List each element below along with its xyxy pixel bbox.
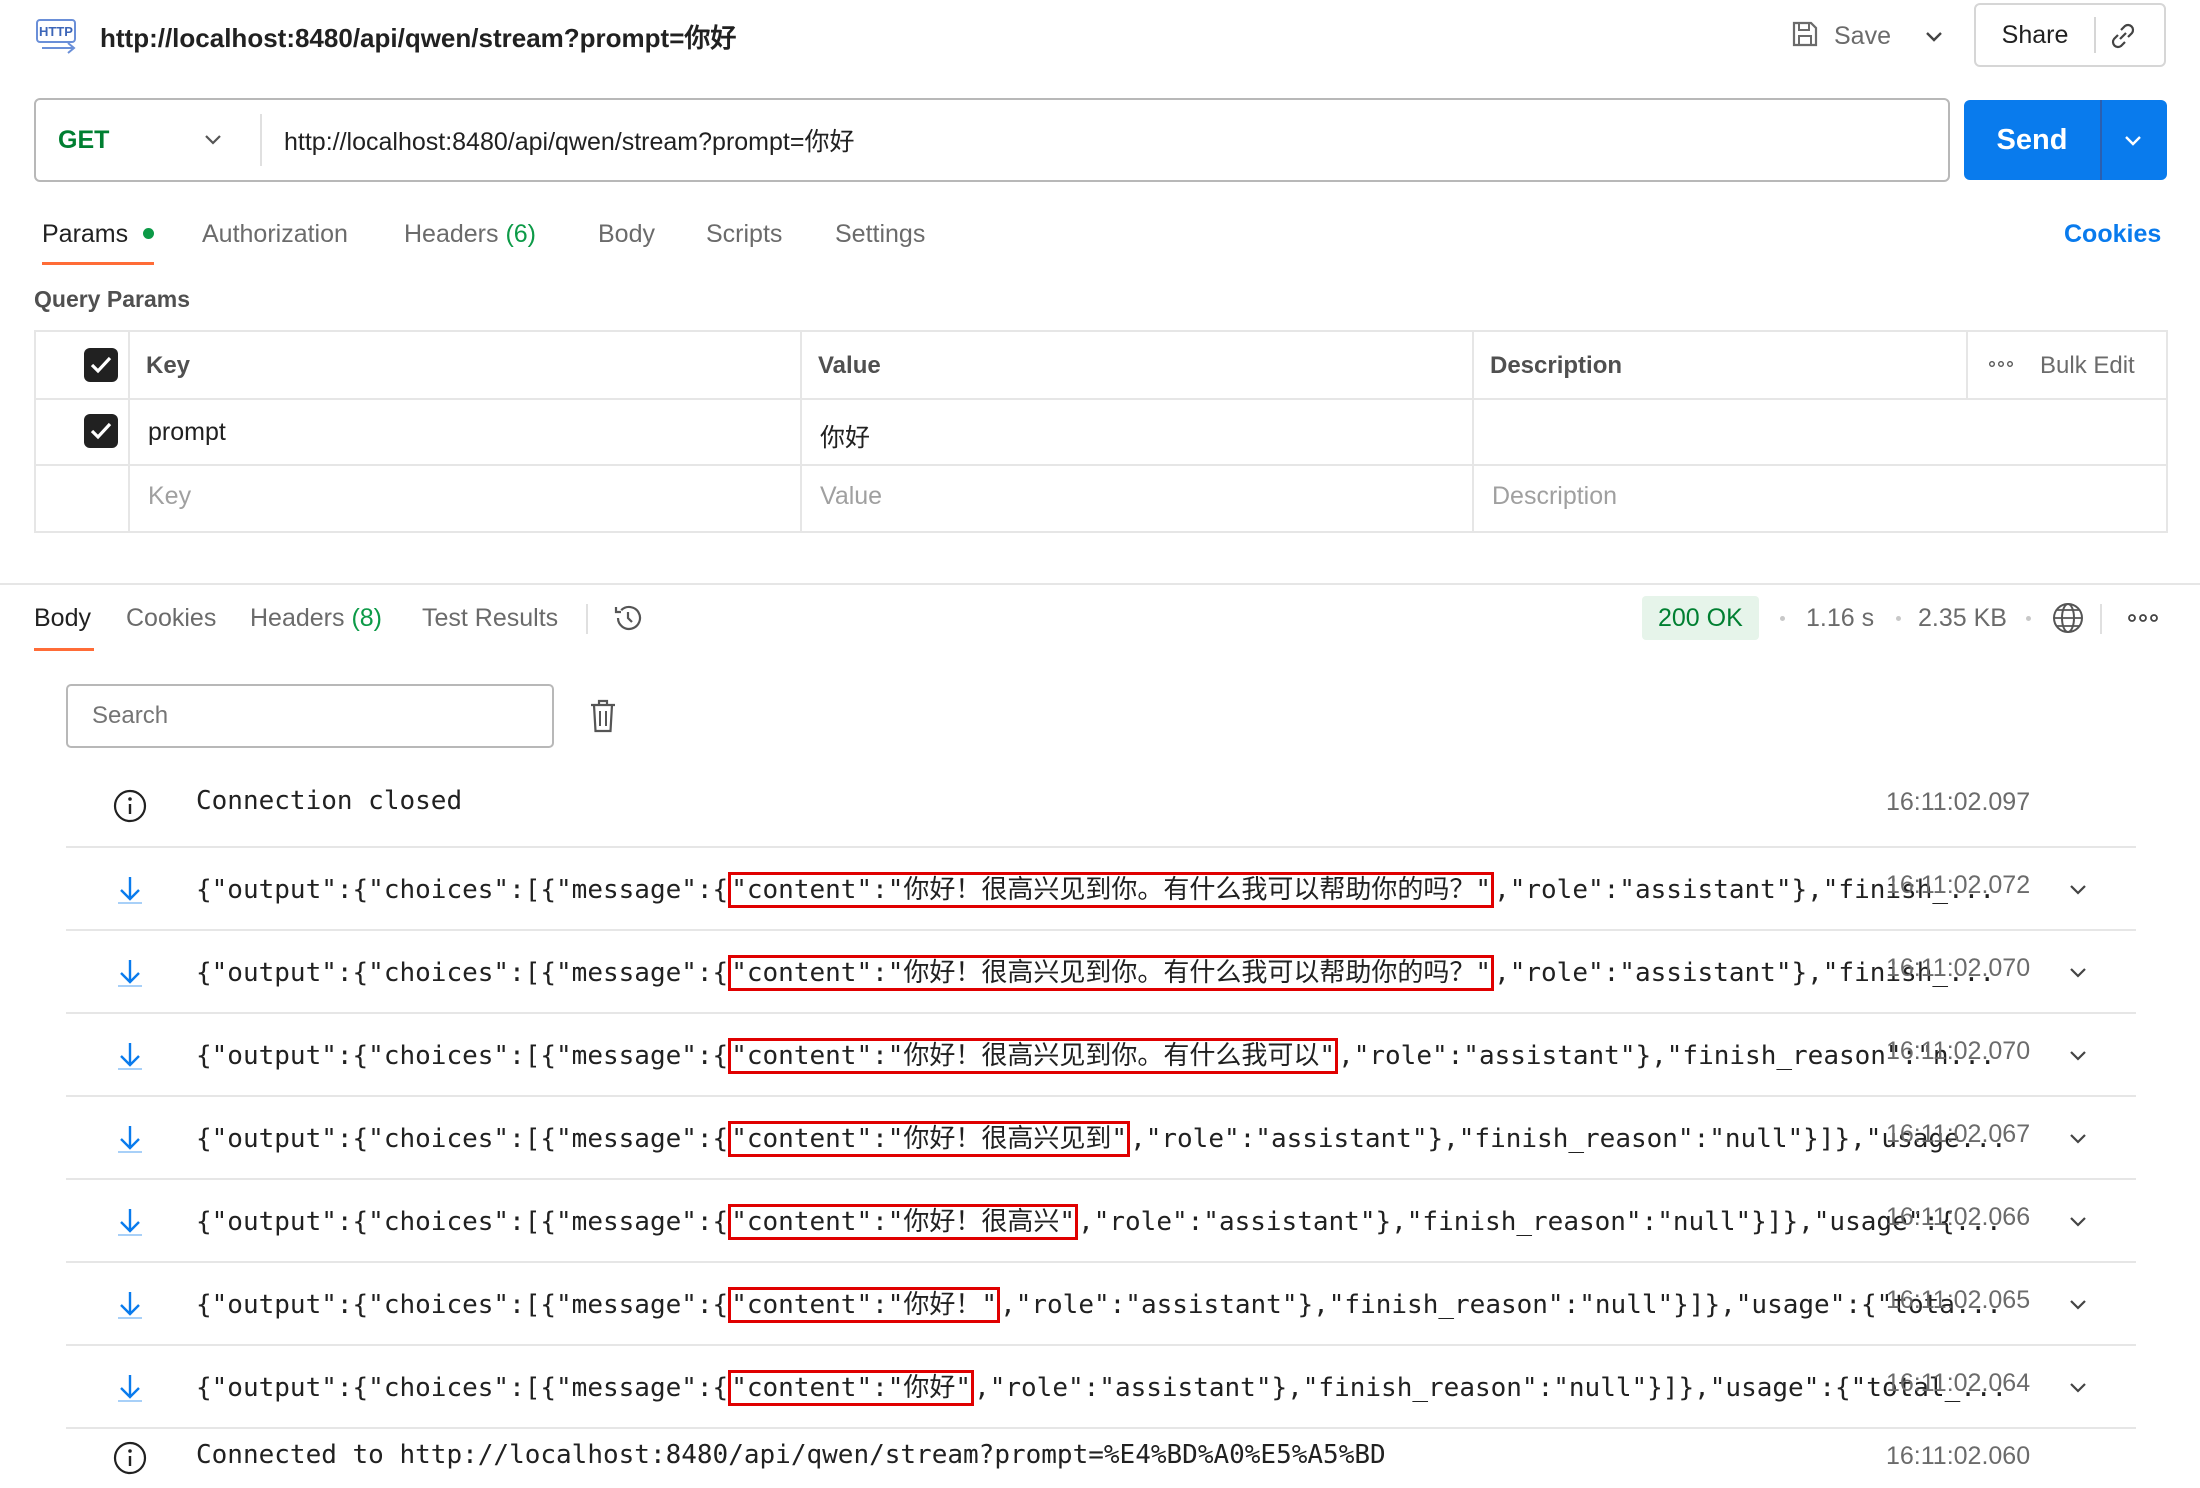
tab-body[interactable]: Body [598,220,655,249]
arrow-down-icon [112,1037,148,1073]
event-row-connection-closed[interactable]: Connection closed 16:11:02.097 [66,764,2136,846]
copy-link-icon[interactable] [2106,19,2140,53]
more-options-icon[interactable] [1986,354,2016,374]
response-tab-cookies[interactable]: Cookies [126,604,216,633]
expand-chevron-icon[interactable] [2066,1126,2090,1150]
arrow-down-icon [112,1203,148,1239]
arrow-down-icon [112,1369,148,1405]
query-params-title: Query Params [34,286,190,312]
event-row-message[interactable]: {"output":{"choices":[{"message":{"conte… [66,1013,2136,1095]
method-select[interactable]: GET [36,100,260,180]
url-bar: GET [34,98,1950,182]
cookies-link[interactable]: Cookies [2064,220,2161,249]
save-button[interactable]: Save [1790,14,1891,58]
tab-params[interactable]: Params [42,220,155,249]
arrow-down-icon [112,871,148,907]
expand-chevron-icon[interactable] [2066,1375,2090,1399]
send-button[interactable]: Send [1964,100,2100,180]
tab-authorization[interactable]: Authorization [202,220,348,249]
content-highlight: "content":"你好！很高兴" [728,1204,1079,1240]
svg-text:HTTP: HTTP [39,24,73,39]
response-tab-body[interactable]: Body [34,604,91,633]
arrow-down-icon [112,954,148,990]
expand-chevron-icon[interactable] [2066,1292,2090,1316]
info-icon [112,1440,148,1476]
expand-chevron-icon[interactable] [2066,1043,2090,1067]
event-row-message[interactable]: {"output":{"choices":[{"message":{"conte… [66,847,2136,929]
info-icon [112,788,148,824]
http-icon: HTTP [34,16,84,56]
content-highlight: "content":"你好！很高兴见到你。有什么我可以" [728,1038,1339,1074]
event-row-message[interactable]: {"output":{"choices":[{"message":{"conte… [66,1179,2136,1261]
bulk-edit-button[interactable]: Bulk Edit [2040,352,2135,380]
content-highlight: "content":"你好" [728,1370,975,1406]
content-highlight: "content":"你好！很高兴见到你。有什么我可以帮助你的吗？" [728,955,1495,991]
select-all-checkbox[interactable] [84,348,118,382]
event-row-message[interactable]: {"output":{"choices":[{"message":{"conte… [66,930,2136,1012]
share-group: Share [1974,3,2166,67]
history-icon[interactable] [610,600,646,636]
expand-chevron-icon[interactable] [2066,1209,2090,1233]
send-button-group: Send [1964,100,2167,180]
content-highlight: "content":"你好！很高兴见到" [728,1121,1131,1157]
new-value-input[interactable]: Value [820,482,882,511]
params-table: Key Value Description Bulk Edit prompt 你… [34,330,2168,533]
param-description-cell[interactable] [1492,418,2152,452]
param-value-cell[interactable]: 你好 [820,418,870,454]
column-header-value: Value [818,352,881,379]
tab-settings[interactable]: Settings [835,220,925,249]
method-chevron-icon [200,126,226,157]
arrow-down-icon [112,1286,148,1322]
expand-chevron-icon[interactable] [2066,877,2090,901]
params-active-dot [143,227,155,239]
response-more-icon[interactable] [2126,608,2160,628]
status-badge[interactable]: 200 OK [1642,596,1759,640]
search-input[interactable] [66,684,554,748]
event-row-message[interactable]: {"output":{"choices":[{"message":{"conte… [66,1345,2136,1427]
share-button[interactable]: Share [1976,5,2094,65]
method-label: GET [58,125,110,154]
clear-messages-trash-icon[interactable] [586,696,620,736]
content-highlight: "content":"你好！" [728,1287,1001,1323]
new-description-input[interactable]: Description [1492,482,1617,511]
tab-headers[interactable]: Headers (6) [404,220,536,249]
request-title: http://localhost:8480/api/qwen/stream?pr… [100,23,737,53]
save-label: Save [1834,21,1891,50]
param-key-cell[interactable]: prompt [148,418,226,447]
param-row-checkbox[interactable] [84,414,118,448]
response-tab-test-results[interactable]: Test Results [422,604,558,633]
save-options-chevron-icon[interactable] [1920,22,1948,50]
response-time[interactable]: 1.16 s [1806,604,1874,633]
save-icon [1790,19,1820,54]
tab-scripts[interactable]: Scripts [706,220,782,249]
url-input[interactable] [284,114,1924,166]
content-highlight: "content":"你好！很高兴见到你。有什么我可以帮助你的吗？" [728,872,1495,908]
tab-params-underline [42,262,154,265]
response-tab-headers[interactable]: Headers (8) [250,604,382,633]
send-options-chevron-icon[interactable] [2120,127,2146,153]
event-row-message[interactable]: {"output":{"choices":[{"message":{"conte… [66,1262,2136,1344]
column-header-key: Key [146,352,191,379]
column-header-description: Description [1490,352,1623,379]
arrow-down-icon [112,1120,148,1156]
pane-divider[interactable] [0,583,2200,585]
event-row-connected[interactable]: Connected to http://localhost:8480/api/q… [66,1428,2136,1488]
response-tab-body-underline [34,648,94,651]
new-key-input[interactable]: Key [148,482,191,511]
event-row-message[interactable]: {"output":{"choices":[{"message":{"conte… [66,1096,2136,1178]
expand-chevron-icon[interactable] [2066,960,2090,984]
network-globe-icon[interactable] [2050,600,2086,636]
response-size[interactable]: 2.35 KB [1918,604,2007,633]
